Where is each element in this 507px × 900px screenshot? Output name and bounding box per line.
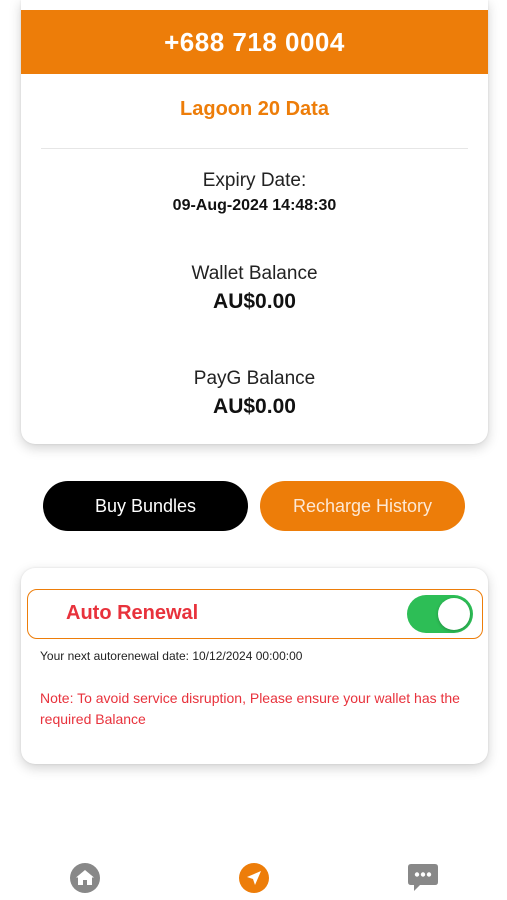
expiry-date-value: 09-Aug-2024 14:48:30: [172, 197, 337, 214]
wallet-balance-label: Wallet Balance: [191, 263, 318, 284]
expiry-date-label: Expiry Date:: [202, 170, 307, 191]
account-card: +688 718 0004 Lagoon 20 Data Expiry Date…: [21, 0, 488, 444]
app-screen: +688 718 0004 Lagoon 20 Data Expiry Date…: [0, 0, 507, 900]
buy-bundles-button[interactable]: Buy Bundles: [43, 481, 248, 531]
plan-name: Lagoon 20 Data: [180, 98, 329, 120]
auto-renewal-label: Auto Renewal: [66, 602, 199, 624]
chat-icon[interactable]: [406, 862, 440, 894]
recharge-history-button[interactable]: Recharge History: [260, 481, 465, 531]
payg-balance-value: AU$0.00: [213, 395, 296, 418]
phone-number-header: +688 718 0004: [21, 10, 488, 74]
next-autorenewal-date: Your next autorenewal date: 10/12/2024 0…: [40, 649, 303, 663]
home-icon[interactable]: [69, 862, 101, 894]
auto-renewal-card: Auto Renewal Your next autorenewal date:…: [21, 568, 488, 764]
payg-balance-label: PayG Balance: [193, 368, 316, 389]
auto-renewal-toggle[interactable]: [407, 595, 473, 633]
send-icon[interactable]: [238, 862, 270, 894]
wallet-balance-value: AU$0.00: [213, 290, 296, 313]
auto-renewal-row: Auto Renewal: [27, 589, 483, 639]
toggle-knob: [438, 598, 470, 630]
divider: [41, 148, 468, 149]
balance-warning-note: Note: To avoid service disruption, Pleas…: [40, 690, 460, 727]
